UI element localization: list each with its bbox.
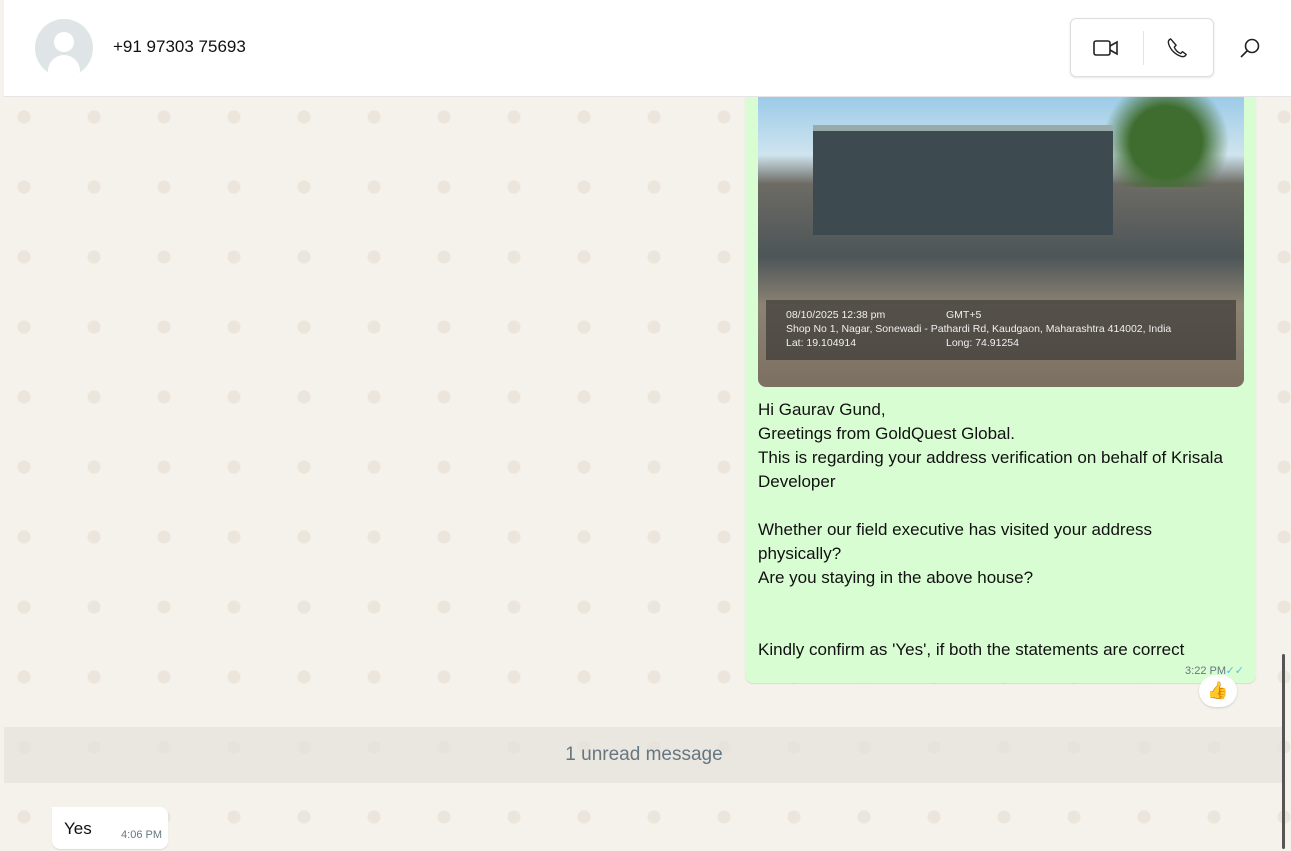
message-text: Hi Gaurav Gund, Greetings from GoldQuest…	[758, 400, 1223, 659]
read-receipt-icon: ✓✓	[1225, 665, 1244, 677]
outgoing-message[interactable]: 08/10/2025 12:38 pm GMT+5 Shop No 1, Naga…	[745, 97, 1256, 683]
avatar[interactable]	[35, 19, 93, 77]
contact-name[interactable]: +91 97303 75693	[113, 37, 246, 57]
divider	[1143, 31, 1144, 65]
reaction-thumbs-up[interactable]: 👍	[1199, 675, 1237, 707]
photo-datetime: 08/10/2025 12:38 pm	[786, 309, 886, 321]
photo-timezone: GMT+5	[946, 309, 982, 321]
call-buttons	[1070, 18, 1214, 77]
photo-long: Long: 74.91254	[946, 337, 1019, 349]
geotagged-photo[interactable]: 08/10/2025 12:38 pm GMT+5 Shop No 1, Naga…	[758, 97, 1244, 387]
message-text: Yes	[64, 819, 92, 838]
chat-header: +91 97303 75693	[4, 0, 1291, 97]
video-camera-icon	[1093, 40, 1118, 56]
photo-geotag-overlay: 08/10/2025 12:38 pm GMT+5 Shop No 1, Naga…	[766, 300, 1236, 360]
photo-address: Shop No 1, Nagar, Sonewadi - Pathardi Rd…	[786, 323, 1172, 335]
search-button[interactable]	[1230, 28, 1270, 68]
incoming-message[interactable]: Yes 4:06 PM	[52, 807, 168, 849]
video-call-button[interactable]	[1086, 28, 1126, 68]
voice-call-button[interactable]	[1157, 28, 1197, 68]
unread-divider: 1 unread message	[4, 727, 1284, 783]
scrollbar[interactable]	[1282, 654, 1285, 849]
search-icon	[1240, 38, 1260, 58]
message-time: 4:06 PM	[121, 829, 162, 841]
photo-lat: Lat: 19.104914	[786, 337, 857, 349]
phone-icon	[1167, 38, 1187, 58]
message-list[interactable]: 08/10/2025 12:38 pm GMT+5 Shop No 1, Naga…	[4, 97, 1291, 851]
